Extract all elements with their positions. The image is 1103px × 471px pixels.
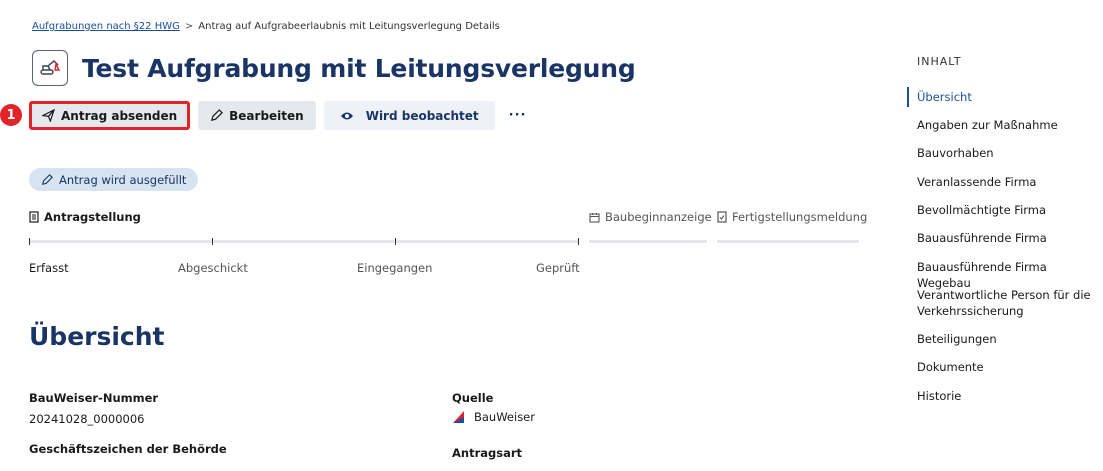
step-marker: 1 xyxy=(0,104,22,126)
more-options-button[interactable]: ··· xyxy=(509,108,527,123)
toc-item-verantwortliche-person[interactable]: Verantwortliche Person für die Verkehrss… xyxy=(917,287,1097,319)
breadcrumb-current: Antrag auf Aufgrabeerlaubnis mit Leitung… xyxy=(198,21,500,32)
stage-baubeginnanzeige-label: Baubeginnanzeige xyxy=(605,210,712,224)
bauweiser-logo-icon xyxy=(453,411,464,423)
authority-reference-label: Geschäftszeichen der Behörde xyxy=(29,442,227,456)
step-erfasst: Erfasst xyxy=(29,261,69,275)
page-title: Test Aufgrabung mit Leitungsverlegung xyxy=(82,53,636,83)
pencil-icon xyxy=(41,173,53,185)
send-icon xyxy=(42,109,55,122)
eye-icon xyxy=(340,112,353,119)
toc-item-angaben-zur-massnahme[interactable]: Angaben zur Maßnahme xyxy=(917,117,1097,133)
pencil-icon xyxy=(211,109,224,121)
submit-application-label: Antrag absenden xyxy=(61,108,178,123)
step-abgeschickt: Abgeschickt xyxy=(178,261,248,275)
document-icon xyxy=(29,211,39,223)
submit-application-button[interactable]: Antrag absenden xyxy=(29,101,191,130)
toc-item-uebersicht[interactable]: Übersicht xyxy=(917,89,1097,105)
progress-track-fertigstellungsmeldung xyxy=(717,240,859,243)
breadcrumb: Aufgrabungen nach §22 HWG > Antrag auf Auf… xyxy=(32,21,500,32)
action-toolbar: Antrag absenden Bearbeiten Wird beobacht… xyxy=(29,101,527,130)
toc-item-dokumente[interactable]: Dokumente xyxy=(917,359,1097,375)
stage-antragstellung: Antragstellung xyxy=(29,210,141,224)
application-type-label: Antragsart xyxy=(452,446,523,460)
bauweiser-number-value: 20241028_0000006 xyxy=(29,412,145,426)
title-row: Test Aufgrabung mit Leitungsverlegung xyxy=(32,50,636,86)
overview-heading: Übersicht xyxy=(29,322,165,351)
toc-heading: INHALT xyxy=(917,55,962,68)
source-label: Quelle xyxy=(452,391,494,405)
breadcrumb-separator: > xyxy=(184,21,194,32)
excavator-icon xyxy=(32,50,68,86)
checked-document-icon xyxy=(717,211,727,223)
stage-antragstellung-label: Antragstellung xyxy=(44,210,141,224)
edit-button[interactable]: Bearbeiten xyxy=(198,101,316,130)
stage-fertigstellungsmeldung-label: Fertigstellungsmeldung xyxy=(732,210,868,224)
watch-button[interactable]: Wird beobachtet xyxy=(323,101,495,130)
progress-tick xyxy=(212,238,213,245)
toc-item-historie[interactable]: Historie xyxy=(917,388,1097,404)
progress-tick xyxy=(578,238,579,245)
toc-item-bauvorhaben[interactable]: Bauvorhaben xyxy=(917,145,1097,161)
progress-track-antragstellung xyxy=(29,240,579,243)
toc-item-bevollmaechtigte-firma[interactable]: Bevollmächtigte Firma xyxy=(917,202,1097,218)
stage-fertigstellungsmeldung: Fertigstellungsmeldung xyxy=(717,210,867,224)
step-geprueft: Geprüft xyxy=(536,261,580,275)
breadcrumb-link-aufgrabungen[interactable]: Aufgrabungen nach §22 HWG xyxy=(32,21,180,32)
edit-label: Bearbeiten xyxy=(229,108,304,123)
source-value-text: BauWeiser xyxy=(474,410,535,424)
step-eingegangen: Eingegangen xyxy=(357,261,433,275)
toc-item-beteiligungen[interactable]: Beteiligungen xyxy=(917,331,1097,347)
toc-item-bauausfuehrende-firma[interactable]: Bauausführende Firma xyxy=(917,230,1097,246)
status-label: Antrag wird ausgefüllt xyxy=(59,172,187,187)
toc-item-veranlassende-firma[interactable]: Veranlassende Firma xyxy=(917,174,1097,190)
calendar-icon xyxy=(589,212,600,223)
bauweiser-number-label: BauWeiser-Nummer xyxy=(29,391,159,405)
source-value: BauWeiser xyxy=(452,410,535,424)
progress-tick xyxy=(29,238,30,245)
toc-active-indicator xyxy=(907,87,909,107)
watch-label: Wird beobachtet xyxy=(365,108,479,123)
stage-baubeginnanzeige: Baubeginnanzeige xyxy=(589,210,712,224)
progress-tick xyxy=(395,238,396,245)
progress-track-baubeginnanzeige xyxy=(589,240,707,243)
status-badge: Antrag wird ausgefüllt xyxy=(29,168,199,191)
